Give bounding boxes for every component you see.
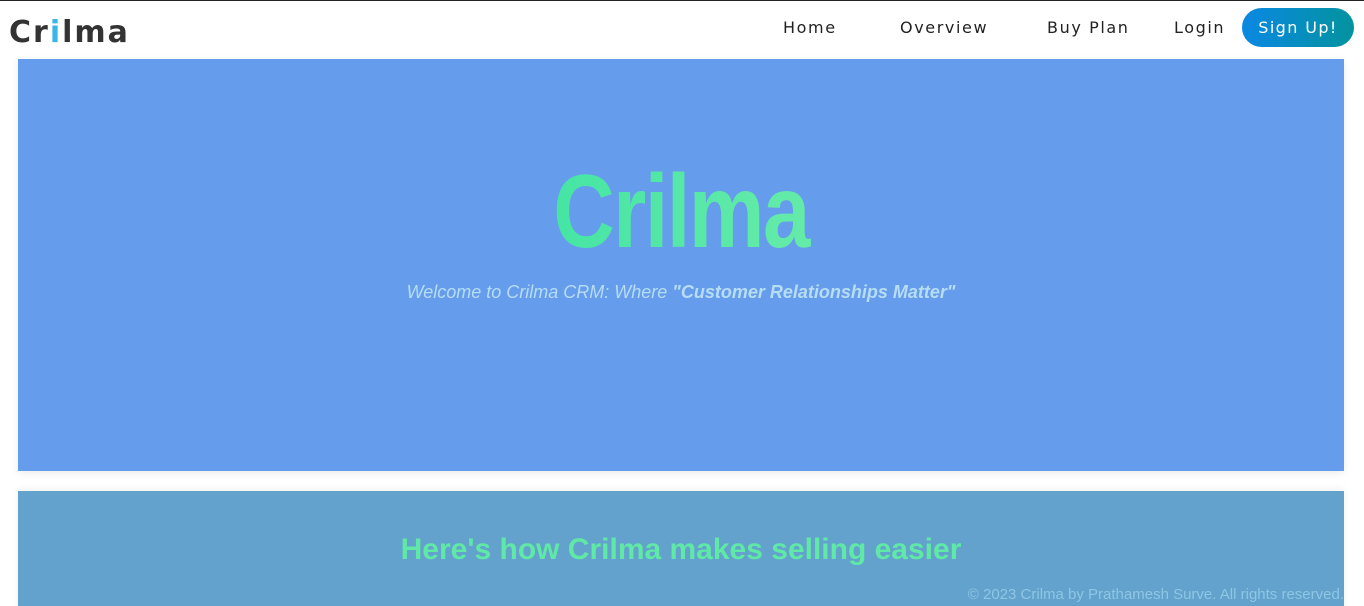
hero-subtitle: Welcome to Crilma CRM: Where "Customer R… — [18, 282, 1344, 303]
features-heading: Here's how Crilma makes selling easier — [400, 533, 962, 566]
copyright-text: © 2023 Crilma by Prathamesh Surve. All r… — [967, 586, 1344, 603]
nav-link-login[interactable]: Login — [1174, 18, 1225, 38]
logo-text-accent: i — [49, 15, 63, 50]
hero-section: Crilma Welcome to Crilma CRM: Where "Cus… — [18, 59, 1344, 471]
nav-link-overview[interactable]: Overview — [900, 18, 988, 38]
hero-title: Crilma — [137, 157, 1224, 267]
brand-logo[interactable]: Crilma — [9, 14, 130, 52]
nav-link-home[interactable]: Home — [783, 18, 837, 38]
hero-subtitle-tagline: "Customer Relationships Matter" — [672, 282, 956, 302]
logo-text-end: lma — [62, 15, 130, 50]
logo-text-start: Cr — [9, 15, 50, 50]
hero-subtitle-prefix: Welcome to Crilma CRM: Where — [406, 282, 673, 302]
signup-button[interactable]: Sign Up! — [1242, 8, 1354, 47]
nav-link-buy-plan[interactable]: Buy Plan — [1047, 18, 1130, 38]
page: Crilma Home Overview Buy Plan Login Sign… — [0, 0, 1364, 606]
top-navbar: Crilma Home Overview Buy Plan Login Sign… — [0, 0, 1364, 58]
